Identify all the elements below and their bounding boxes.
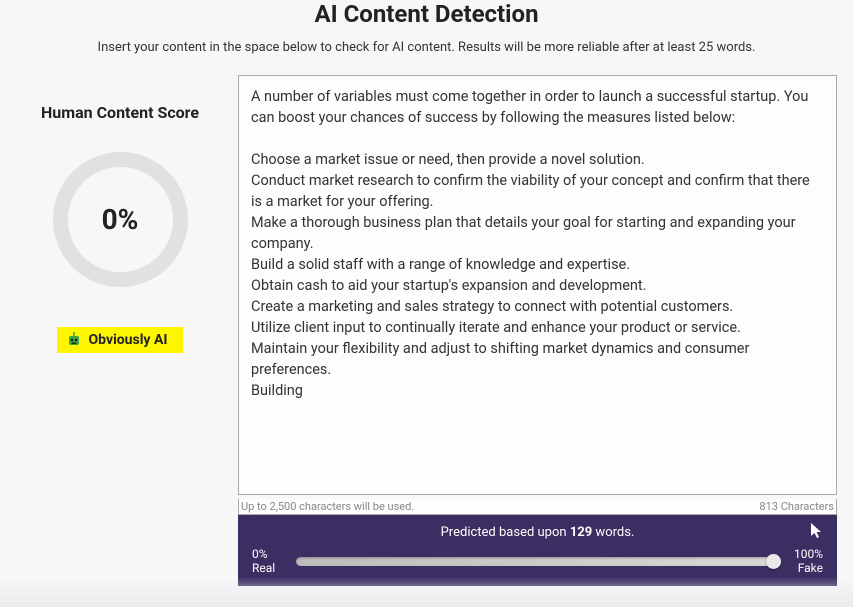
score-ring: 0% bbox=[53, 152, 188, 287]
char-hint-row: Up to 2,500 characters will be used. 813… bbox=[238, 499, 837, 515]
predicted-line: Predicted based upon 129 words. bbox=[252, 525, 823, 540]
page-title: AI Content Detection bbox=[0, 0, 853, 28]
char-count: 813 Characters bbox=[759, 500, 834, 513]
word-count: 129 bbox=[570, 525, 592, 540]
page-subtitle: Insert your content in the space below t… bbox=[0, 40, 853, 55]
score-title: Human Content Score bbox=[10, 103, 230, 122]
score-panel: Human Content Score 0% Obviously AI bbox=[10, 75, 230, 586]
result-bar: Predicted based upon 129 words. 0% Real … bbox=[238, 515, 837, 586]
realness-slider[interactable] bbox=[296, 557, 779, 566]
char-limit-hint: Up to 2,500 characters will be used. bbox=[241, 500, 414, 513]
robot-icon bbox=[65, 331, 83, 349]
score-value: 0% bbox=[102, 203, 139, 236]
slider-knob bbox=[766, 554, 781, 569]
scale-left: 0% Real bbox=[252, 548, 286, 576]
content-input[interactable] bbox=[238, 75, 837, 495]
scale-right: 100% Fake bbox=[789, 548, 823, 576]
verdict-label: Obviously AI bbox=[89, 332, 168, 348]
verdict-badge: Obviously AI bbox=[57, 327, 184, 353]
cursor-icon bbox=[811, 523, 823, 543]
